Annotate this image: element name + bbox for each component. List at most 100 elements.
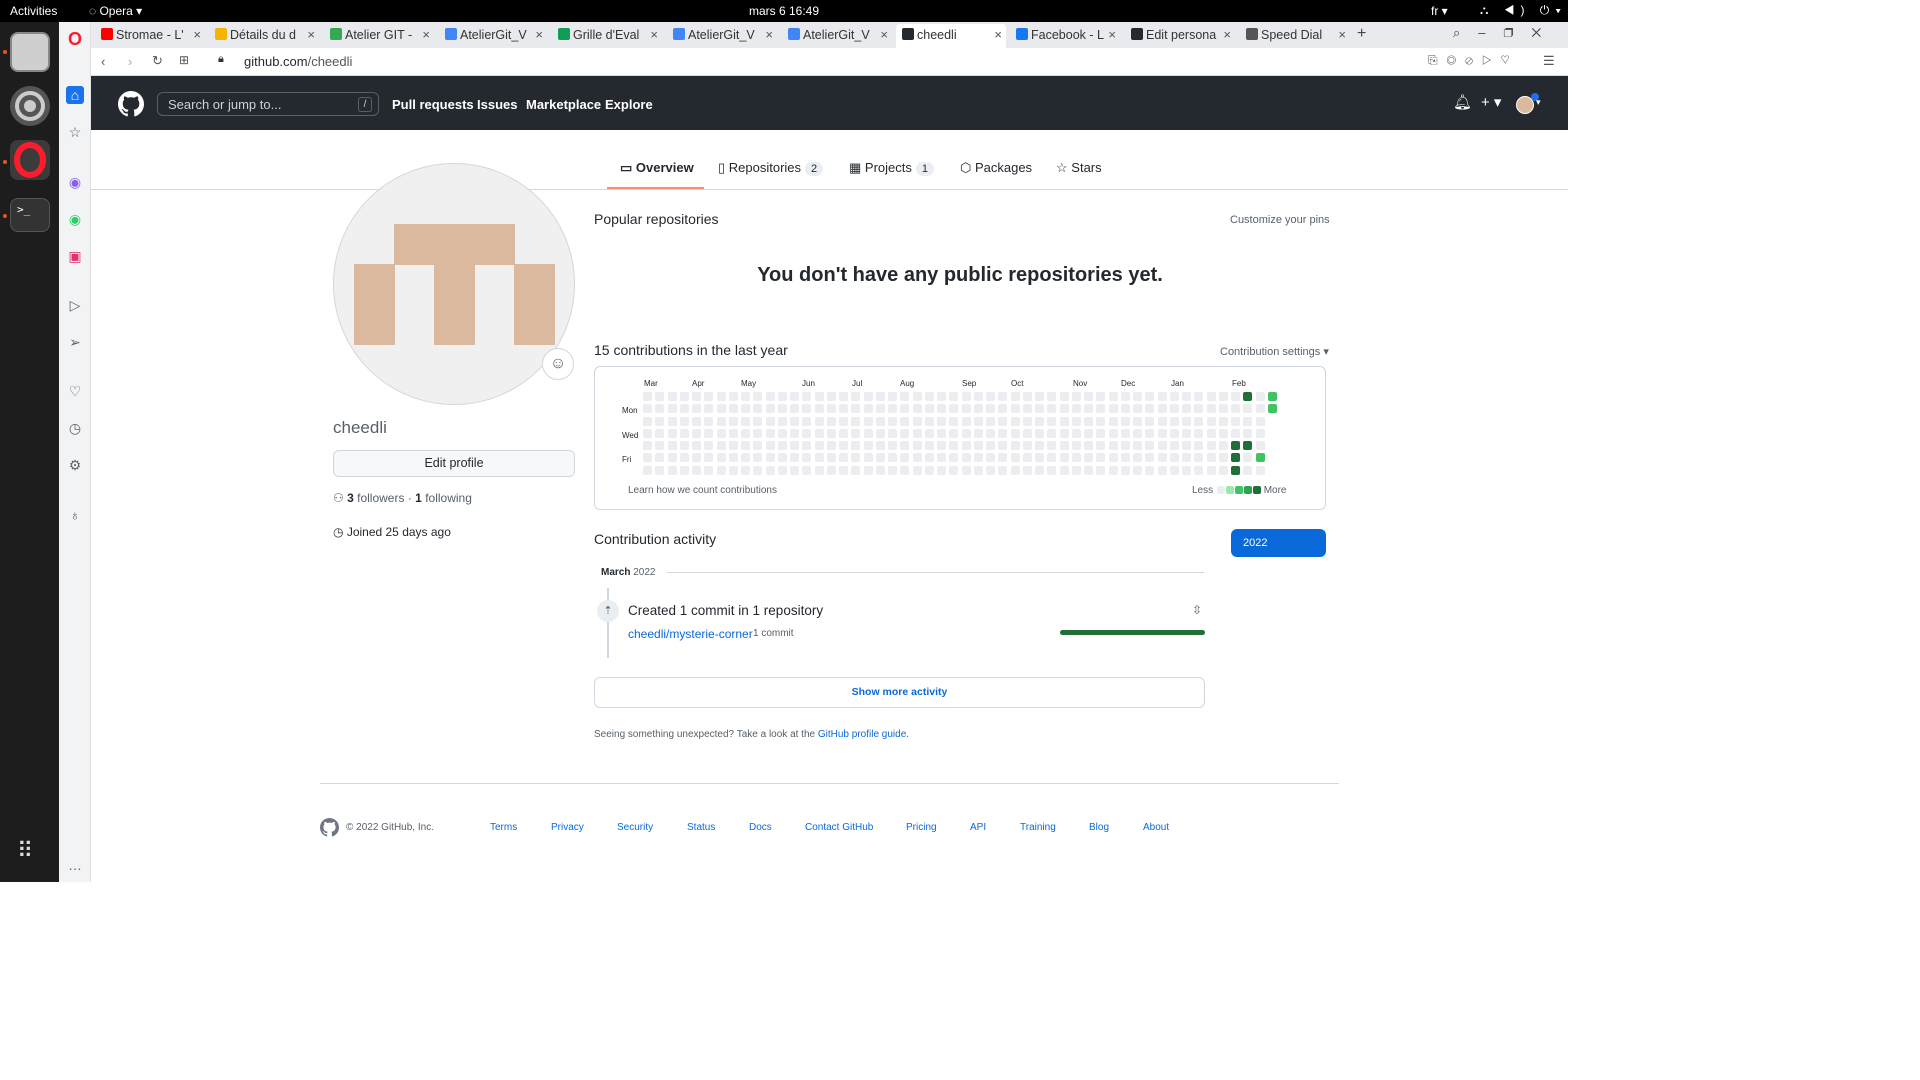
contribution-day[interactable] — [973, 392, 983, 401]
contribution-day[interactable] — [1071, 428, 1081, 438]
opera-app-icon[interactable] — [10, 140, 50, 180]
player-icon[interactable]: ▷ — [66, 296, 84, 314]
contribution-day[interactable] — [1206, 428, 1216, 438]
contribution-day[interactable] — [826, 392, 836, 401]
contribution-day[interactable] — [1145, 465, 1155, 475]
contribution-day[interactable] — [826, 453, 836, 463]
contribution-day[interactable] — [765, 392, 775, 401]
contribution-day[interactable] — [704, 404, 714, 414]
contribution-day[interactable] — [679, 453, 689, 463]
contribution-day[interactable] — [851, 428, 861, 438]
home-icon[interactable]: ⌂ — [66, 86, 84, 104]
contribution-day[interactable] — [655, 392, 665, 401]
contribution-day[interactable] — [655, 441, 665, 450]
my-flow-heart-icon[interactable]: ♡ — [66, 382, 84, 400]
contribution-day[interactable] — [1206, 404, 1216, 414]
following-link[interactable]: 1 following — [415, 491, 472, 505]
contribution-day[interactable] — [1255, 428, 1265, 438]
contribution-day[interactable] — [1157, 404, 1167, 414]
contribution-day[interactable] — [986, 428, 995, 438]
contribution-day[interactable] — [1133, 428, 1142, 438]
contribution-day[interactable] — [1022, 392, 1032, 401]
contribution-day[interactable] — [1194, 428, 1204, 438]
contribution-day[interactable] — [961, 465, 971, 475]
contribution-day[interactable] — [1010, 428, 1020, 438]
contribution-day[interactable] — [900, 453, 910, 463]
contribution-day[interactable] — [1243, 453, 1253, 463]
contribution-day[interactable] — [1145, 453, 1155, 463]
contribution-day[interactable] — [888, 392, 897, 401]
contribution-day[interactable] — [973, 465, 983, 475]
contribution-day[interactable] — [728, 404, 738, 414]
contribution-day[interactable] — [643, 441, 652, 450]
contribution-day[interactable] — [949, 416, 959, 426]
contribution-day[interactable] — [1194, 453, 1204, 463]
contribution-day[interactable] — [900, 465, 910, 475]
contribution-day[interactable] — [728, 416, 738, 426]
contribution-day[interactable] — [986, 416, 995, 426]
contribution-day[interactable] — [790, 453, 799, 463]
contribution-day[interactable] — [679, 404, 689, 414]
contribution-day[interactable] — [900, 441, 910, 450]
reload-icon[interactable]: ↻ — [152, 53, 163, 69]
contribution-day[interactable] — [1120, 453, 1130, 463]
contribution-day[interactable] — [1182, 392, 1191, 401]
contribution-day[interactable] — [741, 441, 750, 450]
contribution-day[interactable] — [741, 453, 750, 463]
search-input[interactable]: Search or jump to... / — [157, 92, 379, 116]
contribution-day[interactable] — [1022, 428, 1032, 438]
tab-repositories[interactable]: ▯ Repositories 2 — [718, 160, 824, 176]
contribution-day[interactable] — [790, 404, 799, 414]
contribution-day[interactable] — [802, 453, 812, 463]
contribution-day[interactable] — [679, 428, 689, 438]
show-more-activity-button[interactable]: Show more activity — [594, 677, 1205, 708]
contribution-day[interactable] — [1206, 416, 1216, 426]
contribution-day[interactable] — [875, 453, 885, 463]
contribution-day[interactable] — [704, 416, 714, 426]
contribution-day[interactable] — [986, 465, 995, 475]
messenger-icon[interactable]: ◉ — [66, 173, 84, 191]
tab-projects[interactable]: ▦ Projects 1 — [849, 160, 934, 176]
contribution-day[interactable] — [655, 416, 665, 426]
contribution-day[interactable] — [1255, 404, 1265, 414]
contribution-day[interactable] — [790, 392, 799, 401]
contribution-day[interactable] — [1133, 453, 1142, 463]
contribution-day[interactable] — [1084, 441, 1093, 450]
contribution-day[interactable] — [1243, 392, 1253, 401]
contribution-day[interactable] — [1231, 465, 1240, 475]
fold-collapse-icon[interactable]: ⇳ — [1192, 603, 1202, 617]
contribution-day[interactable] — [1182, 416, 1191, 426]
contribution-day[interactable] — [728, 441, 738, 450]
contribution-day[interactable] — [1206, 392, 1216, 401]
footer-link-privacy[interactable]: Privacy — [551, 822, 584, 833]
contribution-day[interactable] — [998, 453, 1008, 463]
contribution-day[interactable] — [667, 428, 677, 438]
input-language[interactable]: fr ▾ — [1431, 4, 1448, 18]
browser-tab[interactable]: Facebook - L × — [1010, 24, 1120, 48]
contribution-day[interactable] — [1255, 453, 1265, 463]
tab-close-icon[interactable]: × — [650, 24, 658, 46]
customize-pins-link[interactable]: Customize your pins — [1230, 214, 1330, 226]
contribution-day[interactable] — [973, 404, 983, 414]
contribution-day[interactable] — [851, 453, 861, 463]
contribution-day[interactable] — [1243, 404, 1253, 414]
contribution-day[interactable] — [949, 441, 959, 450]
contribution-day[interactable] — [753, 441, 763, 450]
tab-close-icon[interactable]: × — [422, 24, 430, 46]
contribution-day[interactable] — [643, 453, 652, 463]
contribution-day[interactable] — [643, 416, 652, 426]
contribution-day[interactable] — [1218, 416, 1228, 426]
contribution-day[interactable] — [716, 416, 726, 426]
contribution-day[interactable] — [851, 404, 861, 414]
contribution-day[interactable] — [986, 392, 995, 401]
contribution-day[interactable] — [1169, 416, 1179, 426]
contribution-day[interactable] — [704, 428, 714, 438]
chevron-down-icon[interactable]: ▾ — [1536, 97, 1541, 108]
contribution-day[interactable] — [949, 392, 959, 401]
contribution-day[interactable] — [790, 428, 799, 438]
contribution-day[interactable] — [1010, 465, 1020, 475]
contribution-day[interactable] — [1231, 453, 1240, 463]
contribution-day[interactable] — [1182, 465, 1191, 475]
contribution-day[interactable] — [802, 465, 812, 475]
contribution-day[interactable] — [1182, 441, 1191, 450]
